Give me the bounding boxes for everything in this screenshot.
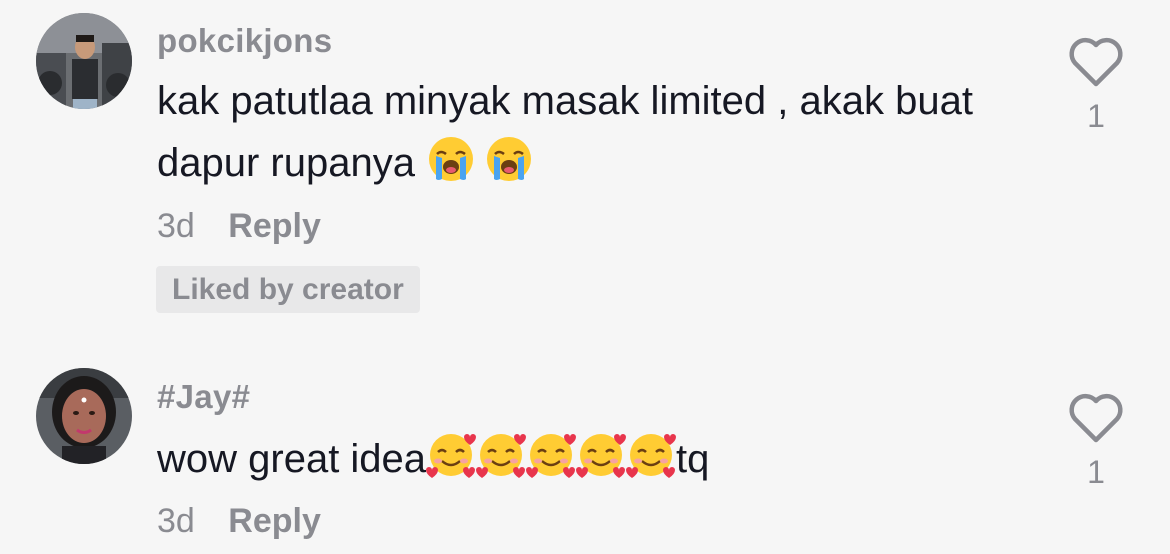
like-control: 1 <box>1066 36 1126 135</box>
comment-text: wow great idea tq <box>157 428 1007 490</box>
loudly-crying-face-icon <box>484 134 534 184</box>
reply-button[interactable]: Reply <box>228 207 321 245</box>
comment-text: kak patutlaa minyak masak limited , akak… <box>157 70 1007 194</box>
liked-by-creator-badge: Liked by creator <box>156 266 420 313</box>
avatar-photo <box>36 13 132 109</box>
like-count: 1 <box>1087 98 1105 134</box>
smiling-face-with-hearts-icon <box>526 430 577 480</box>
reply-button[interactable]: Reply <box>228 502 321 540</box>
comment-timestamp: 3d <box>157 502 195 540</box>
like-count: 1 <box>1087 454 1105 490</box>
comment-text-tail: tq <box>676 437 710 481</box>
heart-icon[interactable] <box>1068 36 1124 88</box>
like-control: 1 <box>1066 392 1126 491</box>
avatar[interactable] <box>36 13 132 109</box>
comment-meta: 3d Reply <box>157 502 321 541</box>
avatar[interactable] <box>36 368 132 464</box>
smiling-face-with-hearts-icon <box>476 430 527 480</box>
smiling-face-with-hearts-icon <box>576 430 627 480</box>
comment-timestamp: 3d <box>157 207 195 245</box>
comment-text-body: wow great idea <box>157 437 427 481</box>
avatar-photo <box>36 368 132 464</box>
comment-text-body: kak patutlaa minyak masak limited , akak… <box>157 79 973 185</box>
heart-icon[interactable] <box>1068 392 1124 444</box>
smiling-face-with-hearts-icon <box>626 430 677 480</box>
smiling-face-with-hearts-icon <box>426 430 477 480</box>
comment-username[interactable]: #Jay# <box>157 378 250 416</box>
loudly-crying-face-icon <box>426 134 476 184</box>
comment-item: pokcikjons kak patutlaa minyak masak lim… <box>0 0 1170 330</box>
comment-item: #Jay# wow great idea tq 3d Reply 1 <box>0 356 1170 554</box>
comment-username[interactable]: pokcikjons <box>157 22 332 60</box>
comment-meta: 3d Reply <box>157 207 321 246</box>
